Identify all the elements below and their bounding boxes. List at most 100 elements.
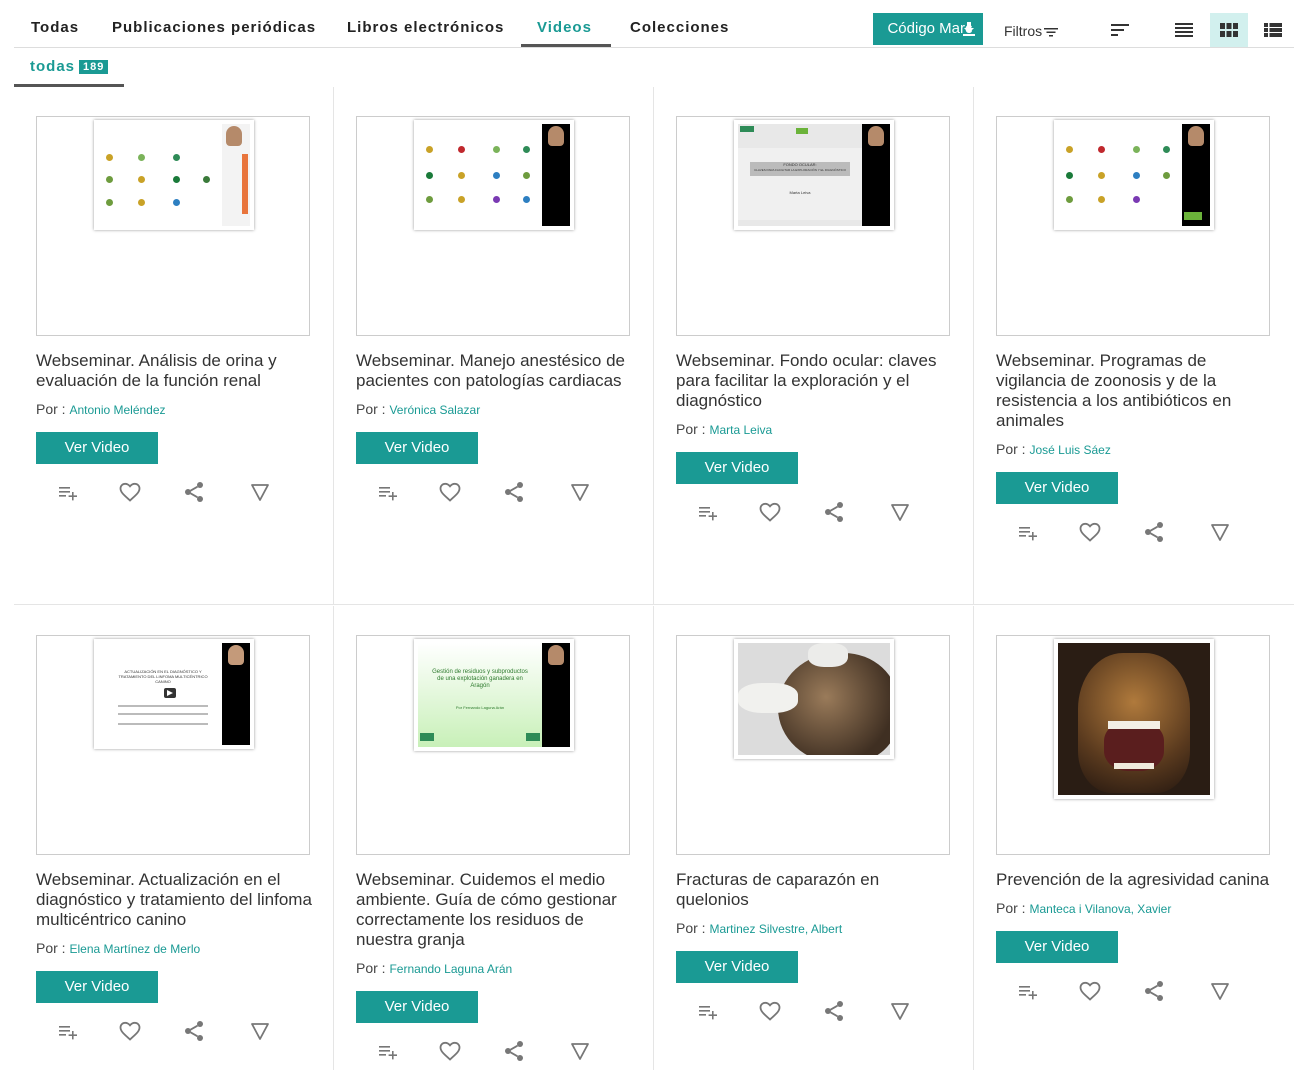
result-card: Webseminar. Manejo anestésico de pacient… xyxy=(334,87,654,605)
triangle-down-icon[interactable] xyxy=(568,480,592,504)
author-link[interactable]: Antonio Meléndez xyxy=(69,403,165,417)
card-author: Por : José Luis Sáez xyxy=(996,441,1111,457)
tab-publicaciones[interactable]: Publicaciones periódicas xyxy=(112,19,316,36)
ver-video-button[interactable]: Ver Video xyxy=(36,432,158,464)
share-icon[interactable] xyxy=(1142,520,1166,544)
author-link[interactable]: Verónica Salazar xyxy=(389,403,480,417)
heart-icon[interactable] xyxy=(118,480,142,504)
card-title[interactable]: Webseminar. Manejo anestésico de pacient… xyxy=(356,351,636,391)
tab-videos[interactable]: Videos xyxy=(537,19,592,36)
thumbnail-frame[interactable]: FONDO OCULAR: CLAVES PARA FACILITAR LA E… xyxy=(676,116,950,336)
card-title[interactable]: Webseminar. Cuidemos el medio ambiente. … xyxy=(356,870,636,950)
card-title[interactable]: Fracturas de caparazón en quelonios xyxy=(676,870,956,910)
share-icon[interactable] xyxy=(182,1019,206,1043)
author-link[interactable]: José Luis Sáez xyxy=(1029,443,1110,457)
result-card: FONDO OCULAR: CLAVES PARA FACILITAR LA E… xyxy=(654,87,974,605)
triangle-down-icon[interactable] xyxy=(888,999,912,1023)
card-title[interactable]: Webseminar. Fondo ocular: claves para fa… xyxy=(676,351,956,411)
video-thumbnail[interactable] xyxy=(414,120,574,230)
card-actions xyxy=(996,520,1236,544)
playlist-add-icon[interactable] xyxy=(56,1019,80,1043)
thumbnail-frame[interactable] xyxy=(996,635,1270,855)
list-view-button[interactable] xyxy=(1165,13,1203,47)
heart-icon[interactable] xyxy=(758,500,782,524)
triangle-down-icon[interactable] xyxy=(248,480,272,504)
ver-video-button[interactable]: Ver Video xyxy=(356,991,478,1023)
share-icon[interactable] xyxy=(822,999,846,1023)
subtab-todas[interactable]: todas 189 xyxy=(30,58,109,75)
detail-view-button[interactable] xyxy=(1254,13,1292,47)
tab-colecciones[interactable]: Colecciones xyxy=(630,19,729,36)
playlist-add-icon[interactable] xyxy=(696,500,720,524)
playlist-add-icon[interactable] xyxy=(696,999,720,1023)
card-author: Por : Antonio Meléndez xyxy=(36,401,166,417)
slide-author: Por Fernando Laguna Arán xyxy=(455,705,505,710)
video-thumbnail[interactable] xyxy=(94,120,254,230)
thumbnail-frame[interactable] xyxy=(356,116,630,336)
thumbnail-frame[interactable] xyxy=(996,116,1270,336)
subtab-bar: todas 189 xyxy=(14,49,1294,87)
ver-video-button[interactable]: Ver Video xyxy=(996,472,1118,504)
author-link[interactable]: Marta Leiva xyxy=(709,423,772,437)
author-link[interactable]: Manteca i Vilanova, Xavier xyxy=(1029,902,1171,916)
card-author: Por : Manteca i Vilanova, Xavier xyxy=(996,900,1172,916)
heart-icon[interactable] xyxy=(1078,979,1102,1003)
tab-todas[interactable]: Todas xyxy=(31,19,79,36)
playlist-add-icon[interactable] xyxy=(56,480,80,504)
card-title[interactable]: Webseminar. Programas de vigilancia de z… xyxy=(996,351,1276,431)
ver-video-button[interactable]: Ver Video xyxy=(996,931,1118,963)
slide-title: ACTUALIZACIÓN EN EL DIAGNÓSTICO Y TRATAM… xyxy=(118,669,208,684)
heart-icon[interactable] xyxy=(758,999,782,1023)
heart-icon[interactable] xyxy=(1078,520,1102,544)
playlist-add-icon[interactable] xyxy=(1016,520,1040,544)
heart-icon[interactable] xyxy=(438,480,462,504)
video-thumbnail[interactable]: Gestión de residuos y subproductos de un… xyxy=(414,639,574,751)
triangle-down-icon[interactable] xyxy=(1208,979,1232,1003)
thumbnail-frame[interactable] xyxy=(676,635,950,855)
ver-video-button[interactable]: Ver Video xyxy=(676,452,798,484)
video-thumbnail[interactable] xyxy=(1054,639,1214,799)
share-icon[interactable] xyxy=(182,480,206,504)
triangle-down-icon[interactable] xyxy=(888,500,912,524)
share-icon[interactable] xyxy=(502,1039,526,1063)
triangle-down-icon[interactable] xyxy=(248,1019,272,1043)
share-icon[interactable] xyxy=(1142,979,1166,1003)
ver-video-button[interactable]: Ver Video xyxy=(676,951,798,983)
author-link[interactable]: Fernando Laguna Arán xyxy=(389,962,512,976)
codigo-marc-label: Código Marc xyxy=(887,20,973,37)
author-link[interactable]: Elena Martínez de Merlo xyxy=(69,942,200,956)
author-link[interactable]: Martinez Silvestre, Albert xyxy=(709,922,842,936)
thumbnail-frame[interactable]: Gestión de residuos y subproductos de un… xyxy=(356,635,630,855)
subtab-label: todas xyxy=(30,58,76,75)
video-thumbnail[interactable]: ACTUALIZACIÓN EN EL DIAGNÓSTICO Y TRATAM… xyxy=(94,639,254,749)
thumbnail-frame[interactable]: ACTUALIZACIÓN EN EL DIAGNÓSTICO Y TRATAM… xyxy=(36,635,310,855)
filtros-button[interactable]: Filtros xyxy=(1004,23,1059,39)
share-icon[interactable] xyxy=(502,480,526,504)
triangle-down-icon[interactable] xyxy=(1208,520,1232,544)
video-thumbnail[interactable]: FONDO OCULAR: CLAVES PARA FACILITAR LA E… xyxy=(734,120,894,230)
card-title[interactable]: Webseminar. Análisis de orina y evaluaci… xyxy=(36,351,316,391)
playlist-add-icon[interactable] xyxy=(376,1039,400,1063)
ver-video-button[interactable]: Ver Video xyxy=(356,432,478,464)
card-author: Por : Elena Martínez de Merlo xyxy=(36,940,201,956)
card-actions xyxy=(356,1039,596,1063)
tab-libros[interactable]: Libros electrónicos xyxy=(347,19,504,36)
share-icon[interactable] xyxy=(822,500,846,524)
playlist-add-icon[interactable] xyxy=(376,480,400,504)
card-title[interactable]: Webseminar. Actualización en el diagnóst… xyxy=(36,870,316,930)
heart-icon[interactable] xyxy=(118,1019,142,1043)
thumbnail-frame[interactable] xyxy=(36,116,310,336)
video-thumbnail[interactable] xyxy=(1054,120,1214,230)
active-tab-indicator xyxy=(521,44,611,47)
sort-button[interactable] xyxy=(1101,13,1139,47)
playlist-add-icon[interactable] xyxy=(1016,979,1040,1003)
triangle-down-icon[interactable] xyxy=(568,1039,592,1063)
codigo-marc-button[interactable]: Código Marc xyxy=(873,13,983,45)
card-title[interactable]: Prevención de la agresividad canina xyxy=(996,870,1276,890)
ver-video-button[interactable]: Ver Video xyxy=(36,971,158,1003)
heart-icon[interactable] xyxy=(438,1039,462,1063)
video-thumbnail[interactable] xyxy=(734,639,894,759)
filter-icon xyxy=(1044,28,1059,37)
download-icon xyxy=(963,22,975,36)
grid-view-button[interactable] xyxy=(1210,13,1248,47)
